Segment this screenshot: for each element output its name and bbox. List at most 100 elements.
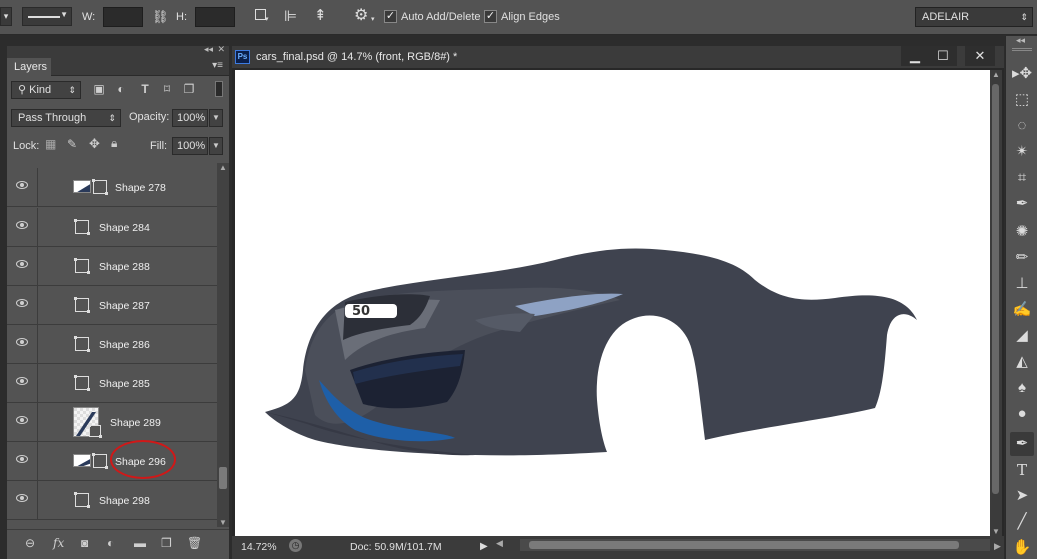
layer-style-fx-icon[interactable]: fx	[53, 536, 64, 550]
dodge-tool-icon[interactable]: ●	[1010, 402, 1034, 426]
lock-move-icon[interactable]: ✥	[89, 136, 100, 152]
layer-row-shape-278[interactable]: Shape 278	[7, 168, 217, 207]
move-tool-icon[interactable]: ▸✥	[1010, 62, 1034, 86]
document-title[interactable]: cars_final.psd @ 14.7% (front, RGB/8#) *	[256, 51, 457, 63]
link-icon[interactable]: ⛓	[152, 9, 169, 25]
line-tool-icon[interactable]: ╱	[1010, 510, 1034, 534]
blur-tool-icon[interactable]: ♠	[1010, 376, 1034, 400]
layer-name: Shape 286	[99, 339, 150, 351]
smart-object-filter-icon[interactable]: ❐	[181, 81, 197, 97]
hand-tool-icon[interactable]: ✋	[1010, 536, 1034, 559]
canvas[interactable]: 50	[235, 70, 990, 536]
link-layers-icon[interactable]: ⊖	[25, 536, 35, 550]
canvas-vertical-scroll-thumb[interactable]	[992, 84, 999, 494]
lasso-tool-icon[interactable]: ◌	[1010, 114, 1034, 138]
paint-bucket-tool-icon[interactable]: ◭	[1010, 350, 1034, 374]
adjustment-layer-icon[interactable]: ◐	[107, 536, 114, 550]
panel-menu-icon[interactable]: ▾≡	[212, 60, 223, 71]
crop-tool-icon[interactable]: ⌗	[1010, 166, 1034, 190]
scroll-down-icon[interactable]: ▼	[219, 518, 227, 527]
line-style-select[interactable]: ▼	[22, 7, 72, 26]
fill-dropdown-icon[interactable]: ▼	[209, 137, 223, 155]
lock-paint-brush-icon[interactable]: ✎	[67, 137, 77, 151]
brush-tool-icon[interactable]: ✏	[1010, 246, 1034, 270]
share-icon[interactable]: ◷	[289, 539, 302, 552]
path-alignment-icon[interactable]: ⊫	[284, 7, 297, 25]
pen-tool-icon[interactable]: ✒	[1010, 432, 1034, 456]
gear-icon[interactable]: ⚙	[354, 5, 368, 25]
lock-transparent-icon[interactable]: ▦	[45, 137, 56, 151]
layers-scroll-thumb[interactable]	[219, 467, 227, 489]
tools-collapse-icon[interactable]: ◂◂	[1016, 35, 1025, 46]
layer-row-shape-287[interactable]: Shape 287	[7, 286, 217, 325]
align-edges-checkbox[interactable]: ✓	[484, 10, 497, 23]
adjustment-filter-icon[interactable]: ◐	[113, 81, 129, 97]
clone-stamp-tool-icon[interactable]: ⊥	[1010, 272, 1034, 296]
layer-row-shape-286[interactable]: Shape 286	[7, 325, 217, 364]
filter-toggle-switch[interactable]	[215, 81, 223, 97]
history-brush-tool-icon[interactable]: ✍	[1010, 298, 1034, 322]
layer-row-shape-288[interactable]: Shape 288	[7, 247, 217, 286]
tools-grip[interactable]	[1012, 48, 1032, 51]
fill-field[interactable]: 100%	[172, 137, 208, 155]
opacity-dropdown-icon[interactable]: ▼	[209, 109, 223, 127]
scroll-down-icon[interactable]: ▼	[992, 527, 1000, 536]
shape-filter-icon[interactable]: ⌑	[159, 81, 175, 97]
workspace-select-label: ADELAIR	[922, 11, 970, 23]
visibility-eye-icon[interactable]	[16, 455, 28, 463]
collapse-icon[interactable]: ◂◂	[204, 44, 213, 55]
scroll-up-icon[interactable]: ▲	[219, 163, 227, 172]
type-filter-icon[interactable]: T	[137, 81, 153, 97]
visibility-eye-icon[interactable]	[16, 299, 28, 307]
opacity-field[interactable]: 100%	[172, 109, 208, 127]
canvas-horizontal-scroll-thumb[interactable]	[529, 541, 959, 549]
layer-row-shape-289[interactable]: Shape 289	[7, 403, 217, 442]
type-tool-icon[interactable]: T	[1010, 458, 1034, 482]
workspace-select[interactable]: ADELAIR ⇕	[915, 7, 1033, 27]
pixel-filter-icon[interactable]: ▣	[91, 81, 107, 97]
trash-icon[interactable]: 🗑︎	[187, 536, 202, 550]
visibility-eye-icon[interactable]	[16, 377, 28, 385]
eyedropper-tool-icon[interactable]: ✒	[1010, 192, 1034, 216]
scroll-up-icon[interactable]: ▲	[992, 70, 1000, 79]
visibility-eye-icon[interactable]	[16, 221, 28, 229]
tab-layers[interactable]: Layers	[7, 58, 51, 76]
eraser-tool-icon[interactable]: ◢	[1010, 324, 1034, 348]
lock-all-icon[interactable]: 🔒︎	[111, 136, 117, 151]
new-group-folder-icon[interactable]: ▬	[134, 536, 146, 550]
stroke-type-dropdown[interactable]: ▾	[0, 7, 12, 26]
layer-row-shape-284[interactable]: Shape 284	[7, 208, 217, 247]
layer-row-shape-298[interactable]: Shape 298	[7, 481, 217, 520]
kind-filter-select[interactable]: ⚲ Kind ⇕	[11, 81, 81, 99]
path-arrangement-icon[interactable]: ⇞	[314, 6, 327, 24]
magic-wand-tool-icon[interactable]: ✴	[1010, 140, 1034, 164]
auto-add-delete-checkbox[interactable]: ✓	[384, 10, 397, 23]
visibility-eye-icon[interactable]	[16, 338, 28, 346]
path-selection-tool-icon[interactable]: ➤	[1010, 484, 1034, 508]
layer-thumbnail	[73, 454, 91, 467]
scroll-right-icon[interactable]: ▶	[994, 541, 1001, 552]
height-field[interactable]	[195, 7, 235, 27]
panel-collapse-bar: ◂◂ ✕	[7, 44, 229, 58]
minimize-button[interactable]: ▁	[901, 46, 929, 66]
close-panel-icon[interactable]: ✕	[217, 44, 225, 55]
maximize-button[interactable]: ☐	[929, 46, 957, 66]
vector-mask-icon	[88, 424, 102, 438]
new-layer-icon[interactable]: ❒	[161, 536, 172, 550]
healing-brush-tool-icon[interactable]: ✺	[1010, 220, 1034, 244]
visibility-eye-icon[interactable]	[16, 181, 28, 189]
layer-row-shape-285[interactable]: Shape 285	[7, 364, 217, 403]
document-tab-bar[interactable]: Ps cars_final.psd @ 14.7% (front, RGB/8#…	[232, 46, 1004, 68]
visibility-eye-icon[interactable]	[16, 260, 28, 268]
close-button[interactable]: ✕	[965, 46, 995, 66]
auto-add-delete-label: Auto Add/Delete	[401, 11, 481, 23]
visibility-eye-icon[interactable]	[16, 494, 28, 502]
status-menu-arrow-icon[interactable]: ▶	[480, 541, 488, 552]
marquee-tool-icon[interactable]: ⬚	[1010, 88, 1034, 112]
visibility-eye-icon[interactable]	[16, 416, 28, 424]
blend-mode-select[interactable]: Pass Through ⇕	[11, 109, 121, 127]
add-mask-icon[interactable]: ◙	[81, 536, 88, 550]
zoom-level[interactable]: 14.72%	[241, 541, 277, 553]
scroll-left-icon[interactable]: ◀	[496, 538, 503, 549]
width-field[interactable]	[103, 7, 143, 27]
